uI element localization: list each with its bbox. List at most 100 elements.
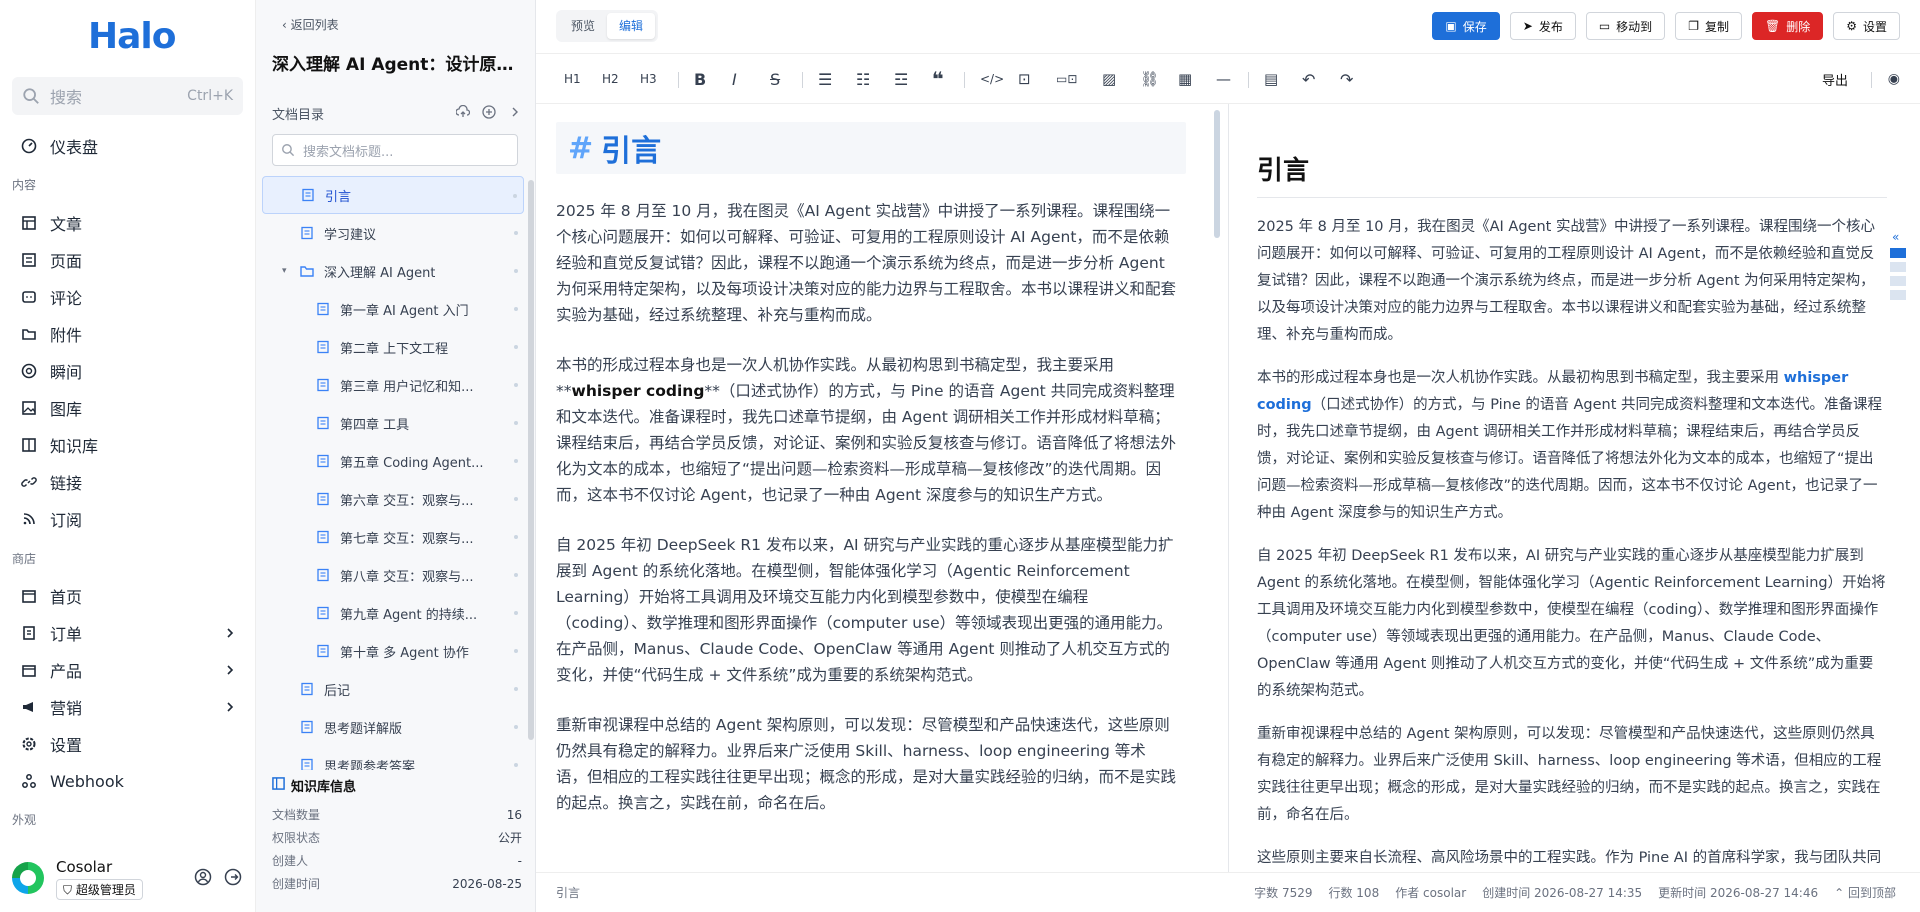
toc-item[interactable]: 引言 bbox=[262, 176, 524, 214]
user-role-badge: ⛉ 超级管理员 bbox=[56, 879, 143, 900]
nav-moments[interactable]: 瞬间 bbox=[20, 357, 236, 385]
toc-label: 文档目录 bbox=[272, 108, 325, 123]
drag-handle-icon[interactable] bbox=[514, 383, 518, 387]
avatar[interactable] bbox=[12, 862, 44, 894]
upload-icon[interactable] bbox=[455, 104, 471, 123]
publish-button[interactable]: ➤ 发布 bbox=[1509, 12, 1576, 40]
collapse-sidebar-icon[interactable] bbox=[508, 105, 522, 123]
redo-icon[interactable]: ↷ bbox=[1340, 68, 1353, 90]
drag-handle-icon[interactable] bbox=[514, 231, 518, 235]
halo-logo[interactable]: Halo bbox=[88, 16, 176, 57]
nav-marketing[interactable]: 营销 bbox=[20, 693, 236, 721]
drag-handle-icon[interactable] bbox=[514, 269, 518, 273]
drag-handle-icon[interactable] bbox=[514, 573, 518, 577]
tab-preview[interactable]: 预览 bbox=[559, 13, 607, 39]
drag-handle-icon[interactable] bbox=[514, 611, 518, 615]
drag-handle-icon[interactable] bbox=[514, 763, 518, 767]
italic-icon[interactable]: I bbox=[732, 68, 737, 90]
code-block-icon[interactable]: ⊡ bbox=[1018, 68, 1031, 90]
toc-item[interactable]: 第七章 交互：观察与... bbox=[262, 518, 524, 556]
toc-item[interactable]: 后记 bbox=[262, 670, 524, 708]
numbered-list-icon[interactable]: ☷ bbox=[856, 68, 870, 90]
toc-item-label: 后记 bbox=[324, 683, 351, 699]
toc-item[interactable]: 第十章 多 Agent 协作 bbox=[262, 632, 524, 670]
copy-button[interactable]: ❐ 复制 bbox=[1675, 12, 1742, 40]
global-search[interactable]: 搜索 Ctrl+K bbox=[12, 77, 243, 115]
drag-handle-icon[interactable] bbox=[514, 497, 518, 501]
toc-item[interactable]: 第一章 AI Agent 入门 bbox=[262, 290, 524, 328]
toc-icon[interactable]: ▤ bbox=[1264, 68, 1278, 90]
nav-webhook[interactable]: Webhook bbox=[20, 767, 236, 795]
save-button[interactable]: ▣ 保存 bbox=[1432, 12, 1500, 40]
nav-pages[interactable]: 页面 bbox=[20, 246, 236, 274]
settings-button[interactable]: ⚙ 设置 bbox=[1833, 12, 1900, 40]
drag-handle-icon[interactable] bbox=[514, 687, 518, 691]
toc-item[interactable]: 第五章 Coding Agent... bbox=[262, 442, 524, 480]
toc-item[interactable]: 第三章 用户记忆和知... bbox=[262, 366, 524, 404]
delete-button[interactable]: 🗑 删除 bbox=[1751, 12, 1824, 40]
drag-handle-icon[interactable] bbox=[513, 194, 517, 198]
back-to-top-button[interactable]: ⌃ 回到顶部 bbox=[1834, 884, 1896, 901]
nav-settings[interactable]: 设置 bbox=[20, 730, 236, 758]
logout-icon[interactable] bbox=[224, 868, 242, 890]
nav-subscriptions[interactable]: 订阅 bbox=[20, 505, 236, 533]
code-icon[interactable]: </> bbox=[980, 68, 1004, 90]
h1-button[interactable]: H1 bbox=[564, 68, 581, 90]
tab-edit[interactable]: 编辑 bbox=[607, 13, 656, 39]
toc-item[interactable]: 第四章 工具 bbox=[262, 404, 524, 442]
eye-off-icon[interactable]: ◉ bbox=[1888, 68, 1900, 90]
nav-products[interactable]: 产品 bbox=[20, 656, 236, 684]
quote-icon[interactable]: ❝ bbox=[932, 67, 944, 91]
image-url-icon[interactable]: ▭⊡ bbox=[1056, 68, 1077, 90]
nav-home[interactable]: 首页 bbox=[20, 582, 236, 610]
link-icon[interactable]: ⛓ bbox=[1140, 68, 1159, 90]
drag-handle-icon[interactable] bbox=[514, 725, 518, 729]
toc-item[interactable]: 第八章 交互：观察与... bbox=[262, 556, 524, 594]
undo-icon[interactable]: ↶ bbox=[1302, 68, 1315, 90]
add-doc-icon[interactable] bbox=[482, 104, 496, 123]
strikethrough-icon[interactable]: S bbox=[770, 68, 780, 90]
image-icon[interactable]: ▨ bbox=[1102, 68, 1116, 90]
table-icon[interactable]: ▦ bbox=[1178, 68, 1192, 90]
drag-handle-icon[interactable] bbox=[514, 459, 518, 463]
toc-item[interactable]: 思考题详解版 bbox=[262, 708, 524, 746]
nav-attachments[interactable]: 附件 bbox=[20, 320, 236, 348]
nav-links[interactable]: 链接 bbox=[20, 468, 236, 496]
drag-handle-icon[interactable] bbox=[514, 345, 518, 349]
drag-handle-icon[interactable] bbox=[514, 535, 518, 539]
toc-item[interactable]: ▾ 深入理解 AI Agent bbox=[262, 252, 524, 290]
nav-posts[interactable]: 文章 bbox=[20, 209, 236, 237]
editor-scrollbar[interactable] bbox=[1214, 110, 1220, 238]
toc-item[interactable]: 思考题参考答案 bbox=[262, 746, 524, 770]
markdown-editor[interactable]: # 引言 2025 年 8 月至 10 月，我在图灵《AI Agent 实战营》… bbox=[556, 104, 1186, 872]
drag-handle-icon[interactable] bbox=[514, 421, 518, 425]
task-list-icon[interactable]: ☲ bbox=[894, 68, 908, 90]
minimap[interactable] bbox=[1890, 248, 1908, 304]
bullet-list-icon[interactable]: ☰ bbox=[818, 68, 832, 90]
move-button[interactable]: ▭ 移动到 bbox=[1585, 12, 1666, 40]
h3-button[interactable]: H3 bbox=[640, 68, 657, 90]
toc-search-input[interactable]: 搜索文档标题... bbox=[272, 134, 518, 166]
toc-item[interactable]: 第六章 交互：观察与... bbox=[262, 480, 524, 518]
toc-item[interactable]: 第九章 Agent 的持续... bbox=[262, 594, 524, 632]
horizontal-rule-icon[interactable]: — bbox=[1216, 68, 1231, 90]
drag-handle-icon[interactable] bbox=[514, 307, 518, 311]
chevron-down-icon[interactable]: ▾ bbox=[282, 266, 287, 276]
nav-gallery[interactable]: 图库 bbox=[20, 394, 236, 422]
user-name: Cosolar bbox=[56, 858, 113, 876]
toc-item[interactable]: 学习建议 bbox=[262, 214, 524, 252]
drag-handle-icon[interactable] bbox=[514, 649, 518, 653]
nav-dashboard[interactable]: 仪表盘 bbox=[20, 132, 236, 160]
bold-icon[interactable]: B bbox=[694, 68, 706, 90]
rss-icon bbox=[20, 510, 38, 528]
toc-item[interactable]: 第二章 上下文工程 bbox=[262, 328, 524, 366]
back-to-list-link[interactable]: ‹ 返回列表 bbox=[282, 16, 339, 33]
toc-scrollbar[interactable] bbox=[528, 180, 534, 740]
nav-comments[interactable]: 评论 bbox=[20, 283, 236, 311]
h2-button[interactable]: H2 bbox=[602, 68, 619, 90]
nav-knowledge[interactable]: 知识库 bbox=[20, 431, 236, 459]
nav-orders[interactable]: 订单 bbox=[20, 619, 236, 647]
export-button[interactable]: 导出 bbox=[1822, 70, 1848, 89]
minimap-toggle-icon[interactable]: « bbox=[1892, 230, 1899, 244]
profile-icon[interactable] bbox=[194, 868, 212, 890]
